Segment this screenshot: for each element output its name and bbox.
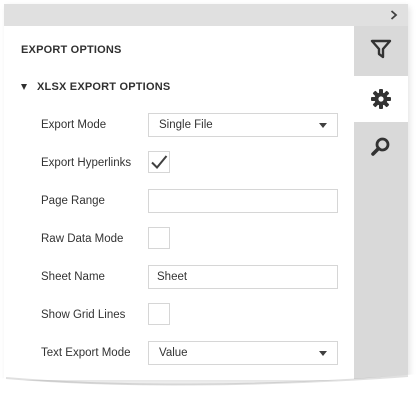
page-range-input[interactable] (148, 189, 338, 213)
show-grid-lines-row: Show Grid Lines (4, 303, 354, 329)
dropdown-arrow-icon (319, 123, 327, 128)
export-mode-row: Export Mode Single File (4, 113, 354, 139)
chevron-right-icon (390, 10, 398, 20)
panel-tab-rail (354, 26, 408, 380)
text-export-mode-dropdown[interactable]: Value (148, 341, 338, 365)
export-hyperlinks-checkbox[interactable] (148, 151, 170, 173)
search-icon (371, 137, 390, 156)
raw-data-mode-checkbox[interactable] (148, 227, 170, 249)
sheet-name-label: Sheet Name (41, 271, 105, 283)
text-export-mode-row: Text Export Mode Value (4, 341, 354, 367)
page-range-label: Page Range (41, 195, 105, 207)
export-hyperlinks-row: Export Hyperlinks (4, 151, 354, 177)
torn-bottom-edge (0, 374, 418, 400)
raw-data-mode-row: Raw Data Mode (4, 227, 354, 253)
show-grid-lines-checkbox[interactable] (148, 303, 170, 325)
export-mode-label: Export Mode (41, 119, 107, 131)
section-title: EXPORT OPTIONS (21, 44, 122, 56)
group-title: XLSX EXPORT OPTIONS (37, 81, 171, 93)
sheet-name-value: Sheet (157, 271, 188, 283)
tab-filter[interactable] (354, 26, 408, 72)
export-options-window: EXPORT OPTIONS XLSX EXPORT OPTIONS Expor… (0, 0, 418, 400)
tab-options[interactable] (354, 76, 408, 122)
filter-icon (370, 39, 392, 59)
export-mode-value: Single File (159, 119, 213, 131)
export-mode-dropdown[interactable]: Single File (148, 113, 338, 137)
raw-data-mode-label: Raw Data Mode (41, 233, 124, 245)
sheet-name-row: Sheet Name Sheet (4, 265, 354, 291)
text-export-mode-value: Value (159, 347, 188, 359)
text-export-mode-label: Text Export Mode (41, 347, 131, 359)
show-grid-lines-label: Show Grid Lines (41, 309, 126, 321)
export-hyperlinks-label: Export Hyperlinks (41, 157, 132, 169)
sheet-name-input[interactable]: Sheet (148, 265, 338, 289)
collapse-panel-button[interactable] (384, 6, 404, 24)
dropdown-arrow-icon (319, 351, 327, 356)
xlsx-options-group-header[interactable]: XLSX EXPORT OPTIONS (21, 81, 170, 93)
options-content: EXPORT OPTIONS XLSX EXPORT OPTIONS Expor… (4, 26, 354, 380)
checkmark-icon (151, 155, 168, 169)
page-range-row: Page Range (4, 189, 354, 215)
tab-search[interactable] (354, 124, 408, 170)
gear-icon (371, 89, 391, 109)
caret-down-icon (21, 84, 27, 90)
properties-panel: EXPORT OPTIONS XLSX EXPORT OPTIONS Expor… (4, 4, 408, 380)
panel-top-bar (4, 4, 408, 26)
